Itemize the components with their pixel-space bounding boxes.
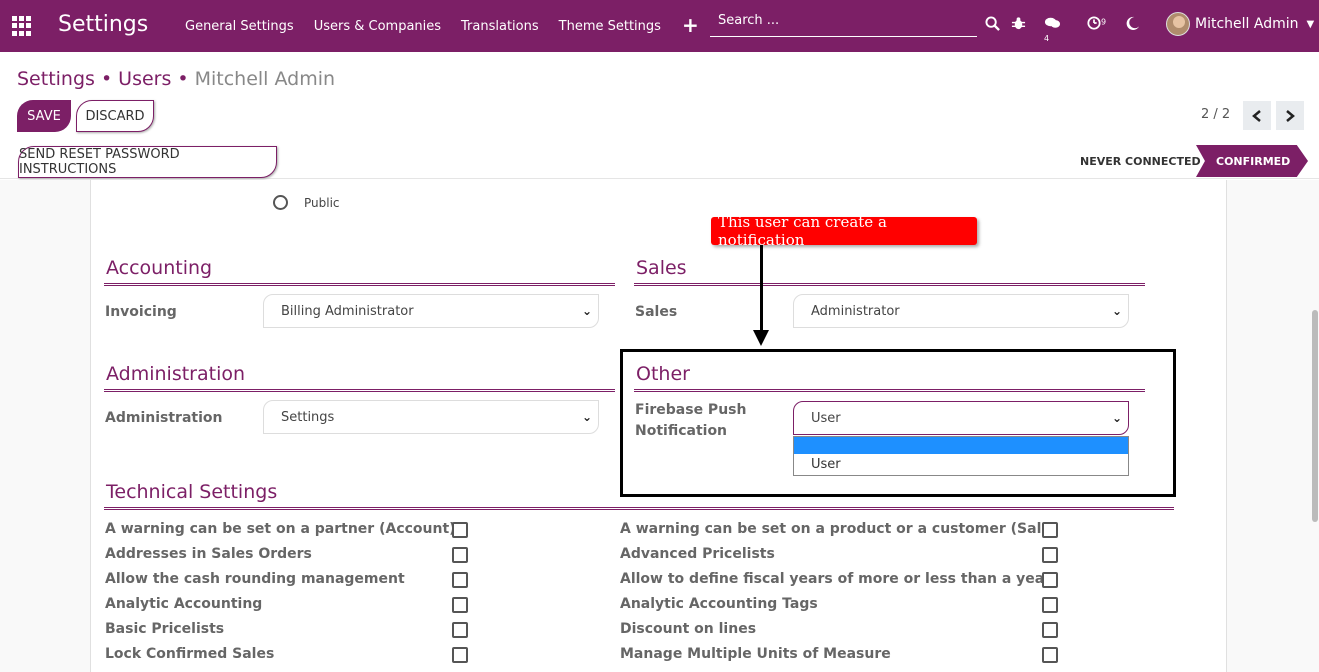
- pager-value: 2 / 2: [1201, 107, 1231, 122]
- vertical-scrollbar[interactable]: [1312, 310, 1318, 522]
- tech-left-5-label: Lock Confirmed Sales: [105, 646, 275, 662]
- avatar: [1166, 12, 1190, 36]
- chat-count-badge: 4: [1044, 34, 1050, 43]
- breadcrumb-settings[interactable]: Settings: [17, 68, 95, 90]
- tech-right-5-label: Manage Multiple Units of Measure: [620, 646, 891, 662]
- invoicing-select-value: Billing Administrator: [281, 303, 414, 319]
- breadcrumb-users[interactable]: Users: [118, 68, 171, 90]
- tech-left-2-checkbox[interactable]: [452, 572, 468, 588]
- send-reset-password-button[interactable]: SEND RESET PASSWORD INSTRUCTIONS: [18, 146, 277, 178]
- tech-right-2-checkbox[interactable]: [1042, 572, 1058, 588]
- administration-select-value: Settings: [281, 409, 335, 425]
- menu-general-settings[interactable]: General Settings: [185, 19, 294, 34]
- search-bar: [710, 8, 977, 37]
- activity-count-badge: 9: [1101, 17, 1107, 27]
- administration-divider: [104, 389, 615, 392]
- bug-icon[interactable]: [1011, 16, 1031, 36]
- menu-users-companies[interactable]: Users & Companies: [314, 19, 441, 34]
- main-menu: General Settings Users & Companies Trans…: [185, 0, 681, 52]
- accounting-divider: [104, 283, 615, 286]
- invoicing-select[interactable]: Billing Administrator ⌄: [263, 294, 599, 328]
- tech-right-3-label: Analytic Accounting Tags: [620, 596, 818, 612]
- activity-clock-icon[interactable]: 9: [1087, 16, 1107, 36]
- tech-right-1-label: Advanced Pricelists: [620, 546, 775, 562]
- tech-right-0-label: A warning can be set on a product or a c…: [620, 521, 1058, 537]
- tech-right-3-checkbox[interactable]: [1042, 597, 1058, 613]
- tech-left-1-label: Addresses in Sales Orders: [105, 546, 312, 562]
- search-input[interactable]: [710, 8, 977, 32]
- sales-label: Sales: [635, 304, 678, 320]
- sales-divider: [634, 283, 1145, 286]
- user-menu[interactable]: Mitchell Admin ▼: [1166, 12, 1314, 36]
- status-confirmed[interactable]: CONFIRMED: [1196, 145, 1308, 177]
- accounting-section-title: Accounting: [106, 257, 213, 279]
- tech-right-5-checkbox[interactable]: [1042, 647, 1058, 663]
- tech-right-4-checkbox[interactable]: [1042, 622, 1058, 638]
- save-button[interactable]: SAVE: [17, 100, 71, 132]
- annotation-highlight-box: [620, 349, 1176, 497]
- public-radio[interactable]: [273, 195, 288, 210]
- tech-left-0-label: A warning can be set on a partner (Accou…: [105, 521, 456, 537]
- breadcrumb-current: Mitchell Admin: [194, 68, 336, 90]
- annotation-callout: This user can create a notification: [711, 213, 977, 249]
- sales-select-value: Administrator: [811, 303, 900, 319]
- technical-settings-divider: [104, 507, 1174, 510]
- caret-down-icon: ▼: [1306, 18, 1315, 30]
- search-icon[interactable]: [985, 16, 1005, 36]
- pager-previous-button[interactable]: [1243, 101, 1271, 130]
- chevron-down-icon: ⌄: [581, 410, 592, 424]
- annotation-arrow-head: [753, 330, 769, 346]
- technical-settings-title: Technical Settings: [106, 481, 278, 503]
- tech-left-3-label: Analytic Accounting: [105, 596, 263, 612]
- tech-left-5-checkbox[interactable]: [452, 647, 468, 663]
- discard-button[interactable]: DISCARD: [76, 100, 154, 132]
- administration-label: Administration: [105, 410, 223, 426]
- tech-right-1-checkbox[interactable]: [1042, 547, 1058, 563]
- administration-section-title: Administration: [106, 363, 246, 385]
- tech-left-1-checkbox[interactable]: [452, 547, 468, 563]
- menu-translations[interactable]: Translations: [461, 19, 539, 34]
- tech-right-2-label: Allow to define fiscal years of more or …: [620, 571, 1052, 587]
- chat-icon[interactable]: 4: [1044, 16, 1064, 43]
- plus-icon[interactable]: +: [682, 13, 699, 37]
- user-name: Mitchell Admin: [1195, 16, 1299, 32]
- tech-right-0-checkbox[interactable]: [1042, 522, 1058, 538]
- tech-left-0-checkbox[interactable]: [452, 522, 468, 538]
- tech-right-4-label: Discount on lines: [620, 621, 757, 637]
- sales-select[interactable]: Administrator ⌄: [793, 294, 1129, 328]
- public-radio-label: Public: [304, 196, 340, 210]
- administration-select[interactable]: Settings ⌄: [263, 400, 599, 434]
- tech-left-2-label: Allow the cash rounding management: [105, 571, 405, 587]
- invoicing-label: Invoicing: [105, 304, 177, 320]
- tech-left-4-label: Basic Pricelists: [105, 621, 225, 637]
- tech-left-3-checkbox[interactable]: [452, 597, 468, 613]
- app-name[interactable]: Settings: [58, 12, 148, 37]
- annotation-arrow-line: [760, 245, 763, 333]
- sales-section-title: Sales: [636, 257, 687, 279]
- apps-grid-icon[interactable]: [12, 16, 32, 36]
- chevron-down-icon: ⌄: [1111, 304, 1122, 318]
- pager-next-button[interactable]: [1276, 101, 1304, 130]
- tech-left-4-checkbox[interactable]: [452, 622, 468, 638]
- menu-theme-settings[interactable]: Theme Settings: [559, 19, 661, 34]
- chevron-down-icon: ⌄: [581, 304, 592, 318]
- moon-icon[interactable]: [1125, 16, 1145, 36]
- breadcrumb: Settings • Users • Mitchell Admin: [17, 68, 336, 90]
- status-never-connected[interactable]: NEVER CONNECTED: [1080, 155, 1201, 168]
- top-navbar: Settings General Settings Users & Compan…: [0, 0, 1319, 52]
